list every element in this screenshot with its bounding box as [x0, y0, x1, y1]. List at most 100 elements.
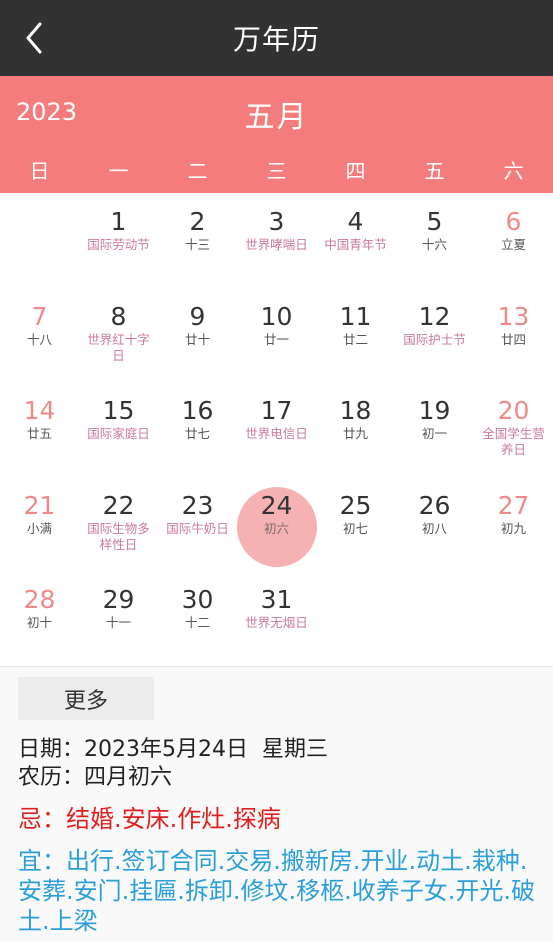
festival-label: 国际牛奶日	[166, 520, 229, 536]
calendar-day-16[interactable]: 16 廿七	[158, 382, 237, 477]
calendar-day-25[interactable]: 25 初七	[316, 477, 395, 572]
calendar-day-20[interactable]: 20 全国学生营养日	[474, 382, 553, 477]
day-number: 17	[260, 396, 293, 426]
day-number: 11	[339, 301, 372, 331]
calendar-day-2[interactable]: 2 十三	[158, 193, 237, 288]
day-number: 27	[497, 490, 530, 520]
avoid-line: 忌：结婚.安床.作灶.探病	[18, 805, 281, 833]
calendar-empty-cell	[395, 571, 474, 666]
calendar-day-13[interactable]: 13 廿四	[474, 288, 553, 383]
calendar-day-7[interactable]: 7 十八	[0, 288, 79, 383]
day-number: 31	[260, 585, 293, 615]
day-number: 29	[102, 585, 135, 615]
calendar-grid: 1 国际劳动节 2 十三 3 世界哮喘日 4 中国青年节 5 十六 6 立夏 7 十八 8 世界红十字日 9 廿十…	[0, 193, 553, 667]
lunar-date-label: 初九	[500, 520, 526, 536]
calendar-day-12[interactable]: 12 国际护士节	[395, 288, 474, 383]
lunar-date-label: 初十	[26, 615, 52, 631]
calendar-day-1[interactable]: 1 国际劳动节	[79, 193, 158, 288]
day-number: 4	[347, 207, 364, 236]
day-detail-panel: 更多 日期：2023年5月24日 星期三 农历：四月初六 忌：结婚.安床.作灶.…	[0, 667, 553, 942]
back-button[interactable]	[14, 18, 54, 58]
weekday-sun: 日	[29, 159, 50, 183]
day-number: 25	[339, 490, 372, 520]
date-info: 日期：2023年5月24日 星期三 农历：四月初六	[18, 736, 553, 792]
lunar-date-label: 廿一	[263, 331, 289, 347]
lunar-line: 农历：四月初六	[18, 765, 173, 790]
calendar-day-9[interactable]: 9 廿十	[158, 288, 237, 383]
page-title: 万年历	[232, 23, 320, 56]
day-number: 16	[181, 396, 214, 426]
day-number: 20	[497, 396, 530, 426]
day-number: 2	[189, 207, 206, 236]
lunar-date-label: 廿十	[184, 331, 210, 347]
year-label[interactable]: 2023	[16, 98, 77, 126]
calendar-day-31[interactable]: 31 世界无烟日	[237, 571, 316, 666]
festival-label: 世界红十字日	[87, 331, 150, 363]
festival-label: 世界电信日	[245, 426, 308, 442]
month-label[interactable]: 五月	[245, 92, 309, 136]
weekday-mon: 一	[108, 159, 129, 183]
calendar-day-8[interactable]: 8 世界红十字日	[79, 288, 158, 383]
day-number: 9	[189, 301, 206, 331]
calendar-day-15[interactable]: 15 国际家庭日	[79, 382, 158, 477]
lunar-date-label: 廿七	[184, 426, 210, 442]
lunar-date-label: 十六	[421, 237, 447, 252]
lunar-date-label: 十三	[184, 237, 210, 252]
lunar-date-label: 廿五	[26, 426, 52, 442]
day-number: 22	[102, 490, 135, 520]
calendar-day-27[interactable]: 27 初九	[474, 477, 553, 572]
weekday-thu: 四	[345, 159, 366, 183]
day-number: 7	[31, 301, 48, 331]
weekday-tue: 二	[187, 159, 208, 183]
day-number: 18	[339, 396, 372, 426]
calendar-day-17[interactable]: 17 世界电信日	[237, 382, 316, 477]
weekday-wed: 三	[266, 159, 287, 183]
calendar-day-18[interactable]: 18 廿九	[316, 382, 395, 477]
day-number: 14	[23, 396, 56, 426]
calendar-day-22[interactable]: 22 国际生物多样性日	[79, 477, 158, 572]
calendar-empty-cell	[0, 193, 79, 288]
day-number: 23	[181, 490, 214, 520]
calendar-day-30[interactable]: 30 十二	[158, 571, 237, 666]
calendar-day-21[interactable]: 21 小满	[0, 477, 79, 572]
day-number: 12	[418, 301, 451, 331]
day-number: 13	[497, 301, 530, 331]
more-button[interactable]: 更多	[18, 677, 154, 720]
suit-line: 宜：出行.签订合同.交易.搬新房.开业.动土.栽种.安葬.安门.挂匾.拆卸.修坟…	[18, 847, 536, 935]
festival-label: 全国学生营养日	[482, 426, 545, 458]
lunar-date-label: 初一	[421, 426, 447, 442]
day-number: 10	[260, 301, 293, 331]
calendar-day-28[interactable]: 28 初十	[0, 571, 79, 666]
day-number: 6	[505, 207, 522, 236]
day-number: 28	[23, 585, 56, 615]
calendar-day-19[interactable]: 19 初一	[395, 382, 474, 477]
calendar-day-29[interactable]: 29 十一	[79, 571, 158, 666]
calendar-empty-cell	[474, 571, 553, 666]
title-bar: 万年历	[0, 0, 553, 76]
day-number: 24	[260, 490, 293, 520]
calendar-day-11[interactable]: 11 廿二	[316, 288, 395, 383]
calendar-day-26[interactable]: 26 初八	[395, 477, 474, 572]
day-number: 1	[110, 207, 127, 236]
calendar-day-24[interactable]: 24 初六	[237, 477, 317, 572]
calendar-day-6[interactable]: 6 立夏	[474, 193, 553, 288]
day-number: 21	[23, 490, 56, 520]
calendar-day-5[interactable]: 5 十六	[395, 193, 474, 288]
day-number: 19	[418, 396, 451, 426]
lunar-date-label: 初六	[263, 520, 289, 536]
calendar-empty-cell	[316, 571, 395, 666]
lunar-date-label: 十一	[105, 615, 131, 631]
calendar-day-14[interactable]: 14 廿五	[0, 382, 79, 477]
day-number: 15	[102, 396, 135, 426]
calendar-day-4[interactable]: 4 中国青年节	[316, 193, 395, 288]
festival-label: 国际生物多样性日	[87, 520, 150, 552]
calendar-day-10[interactable]: 10 廿一	[237, 288, 316, 383]
calendar-day-3[interactable]: 3 世界哮喘日	[237, 193, 316, 288]
chevron-left-icon	[26, 22, 42, 54]
festival-label: 世界哮喘日	[245, 237, 308, 252]
lunar-date-label: 立夏	[500, 237, 526, 252]
lunar-date-label: 十二	[184, 615, 210, 631]
date-line: 日期：2023年5月24日 星期三	[18, 737, 328, 762]
weekday-sat: 六	[503, 159, 524, 183]
calendar-day-23[interactable]: 23 国际牛奶日	[158, 477, 237, 572]
